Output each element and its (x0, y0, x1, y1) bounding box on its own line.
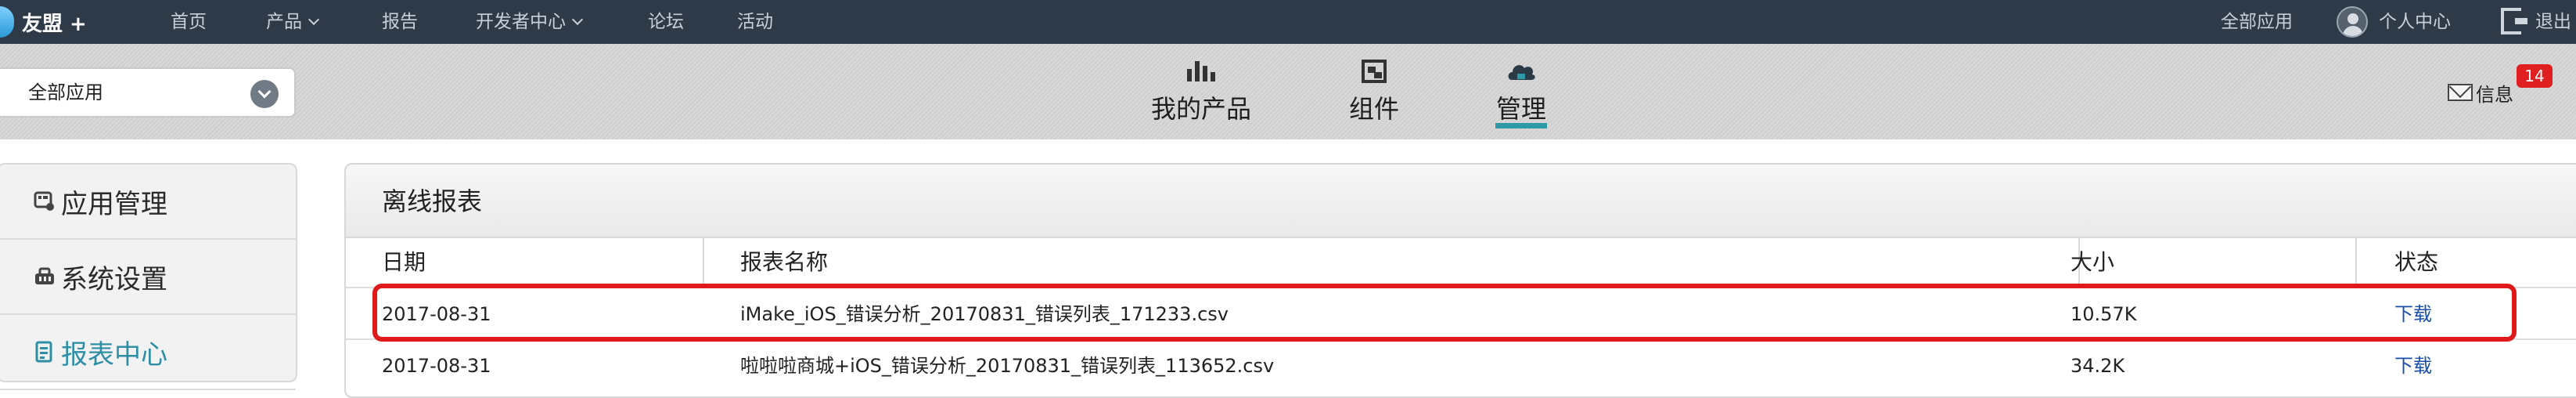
sidebar-item-app-manage[interactable]: 应用管理 (0, 165, 296, 240)
logo-icon (0, 6, 14, 38)
messages-label: 信息 (2476, 83, 2513, 106)
chevron-down-icon[interactable] (250, 80, 279, 108)
column-header-name: 报表名称 (740, 249, 829, 275)
app-select-value: 全部应用 (28, 81, 103, 103)
bar-chart-icon (1187, 61, 1215, 81)
nav-developer-center-label: 开发者中心 (476, 12, 566, 32)
nav-products[interactable]: 产品 (266, 0, 320, 44)
nav-developer-center[interactable]: 开发者中心 (476, 0, 584, 44)
secondary-bar: 全部应用 (0, 44, 2576, 139)
tab-components-label: 组件 (1348, 94, 1399, 124)
chevron-down-icon (308, 13, 320, 26)
message-count-badge: 14 (2517, 64, 2553, 88)
tab-my-products[interactable]: 我的产品 (1142, 44, 1260, 139)
nav-all-apps[interactable]: 全部应用 (2221, 0, 2293, 44)
tab-components[interactable]: 组件 (1343, 44, 1405, 139)
sidebar-item-report-center[interactable]: 报表中心 (0, 315, 296, 390)
table-row: 2017-08-31 啦啦啦商城+iOS_错误分析_20170831_错误列表_… (346, 338, 2576, 390)
mail-icon (2448, 84, 2473, 101)
sidebar-item-label: 报表中心 (61, 338, 167, 371)
cloud-manage-icon (1508, 65, 1535, 80)
column-divider (703, 238, 704, 287)
column-header-date: 日期 (382, 249, 426, 275)
logo[interactable]: 友盟 + (0, 5, 87, 39)
tab-manage-label: 管理 (1495, 94, 1546, 124)
column-divider (2355, 238, 2357, 287)
report-center-icon (33, 340, 56, 364)
nav-products-label: 产品 (266, 12, 302, 32)
row-date: 2017-08-31 (382, 355, 491, 377)
nav-reports[interactable]: 报告 (382, 0, 418, 44)
nav-forum[interactable]: 论坛 (648, 0, 684, 44)
column-header-size: 大小 (2071, 249, 2115, 275)
nav-activities[interactable]: 活动 (737, 0, 773, 44)
tab-my-products-label: 我的产品 (1150, 94, 1251, 124)
row-report-name: 啦啦啦商城+iOS_错误分析_20170831_错误列表_113652.csv (740, 355, 1275, 377)
nav-logout[interactable]: 退出 (2535, 0, 2571, 44)
components-icon (1362, 60, 1387, 83)
nav-user-center[interactable]: 个人中心 (2379, 0, 2451, 44)
sidebar: 应用管理 系统设置 报表中心 (0, 163, 297, 390)
column-header-status: 状态 (2394, 249, 2439, 275)
chevron-down-icon (571, 13, 584, 26)
logout-icon[interactable] (2501, 8, 2527, 34)
top-nav: 友盟 + 首页 产品 报告 开发者中心 论坛 活动 全部应用 个人中心 退出 (0, 0, 2576, 44)
download-link[interactable]: 下载 (2394, 340, 2432, 392)
logo-text: 友盟 + (22, 12, 87, 36)
panel-title: 离线报表 (382, 186, 483, 216)
sidebar-item-system-settings[interactable]: 系统设置 (0, 240, 296, 315)
app-select[interactable]: 全部应用 (0, 67, 296, 118)
sidebar-item-label: 应用管理 (61, 188, 167, 220)
row-highlight-annotation (372, 284, 2517, 342)
messages-link[interactable]: 信息 (2448, 77, 2513, 108)
row-size: 34.2K (2071, 355, 2125, 377)
active-tab-indicator (1495, 123, 1547, 128)
sidebar-item-label: 系统设置 (61, 263, 167, 295)
offline-reports-panel: 离线报表 日期 报表名称 大小 状态 2017-08-31 iMake_iOS_… (344, 163, 2576, 398)
nav-home[interactable]: 首页 (171, 0, 207, 44)
system-settings-icon (33, 265, 56, 288)
app-manage-icon (33, 190, 56, 213)
panel-header: 离线报表 (346, 165, 2576, 238)
user-avatar-icon[interactable] (2337, 6, 2368, 38)
tab-manage[interactable]: 管理 (1490, 44, 1552, 139)
